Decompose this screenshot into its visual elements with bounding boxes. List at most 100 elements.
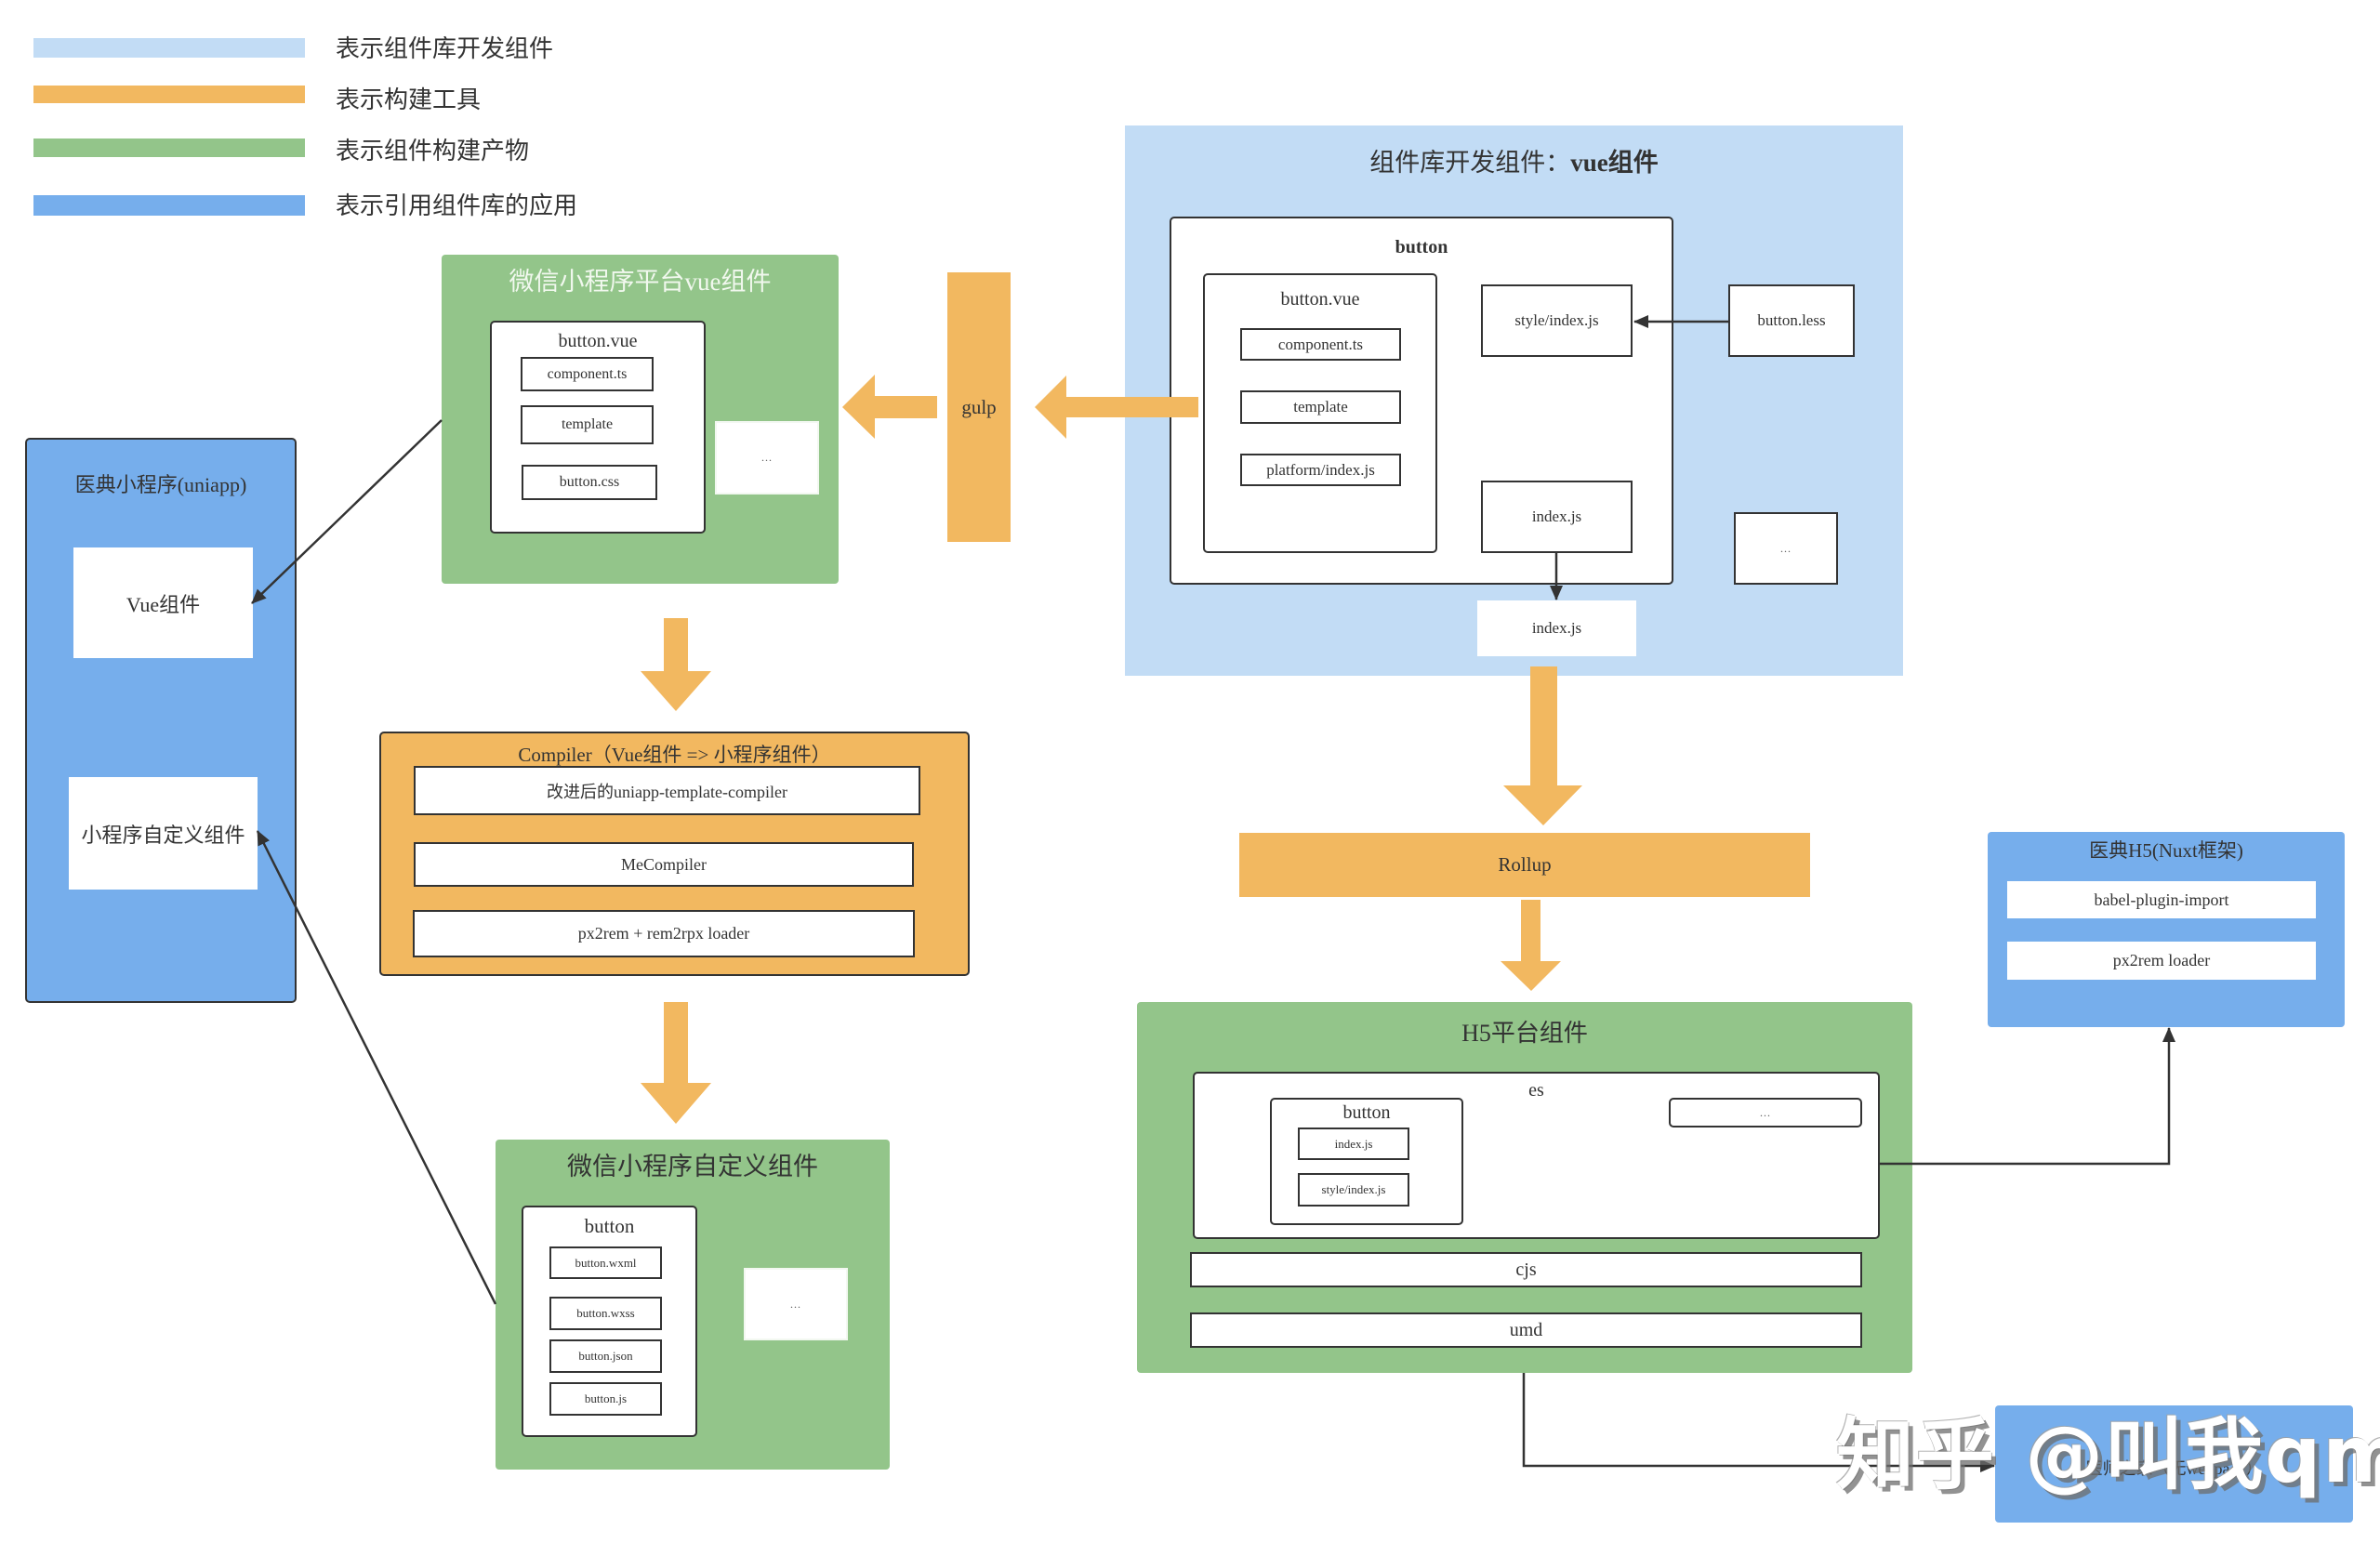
artifact-h5-es-more: ...	[1669, 1098, 1862, 1128]
dev-more: ...	[1734, 512, 1838, 585]
file-box: button.json	[549, 1339, 662, 1373]
ellipsis-label: ...	[1760, 1105, 1771, 1119]
file-box: index.js	[1298, 1128, 1409, 1160]
file-box: template	[521, 405, 654, 444]
compiler-step: px2rem + rem2rpx loader	[413, 910, 915, 957]
file-name: button.wxss	[576, 1306, 635, 1320]
dev-library-title: 组件库开发组件：vue组件	[1125, 147, 1903, 178]
tool-compiler-title: Compiler（Vue组件 => 小程序组件）	[518, 744, 831, 766]
dev-component-name: button	[1395, 237, 1448, 257]
app-h5-title: 医典H5(Nuxt框架)	[2089, 839, 2243, 862]
legend-label-build-tool: 表示构建工具	[336, 86, 482, 113]
connector-es-to-app-h5	[1880, 1027, 2175, 1166]
ellipsis-label: ...	[1780, 541, 1792, 555]
tool-rollup-label: Rollup	[1498, 853, 1552, 876]
file-name: button.css	[559, 474, 620, 490]
compiler-step: 改进后的uniapp-template-compiler	[414, 766, 920, 815]
file-box: template	[1240, 390, 1401, 424]
dev-component-button: button button.vue component.ts template …	[1170, 217, 1673, 585]
file-name: style/index.js	[1321, 1182, 1386, 1196]
dev-library-title-prefix: 组件库开发组件：	[1369, 149, 1571, 177]
architecture-diagram: 表示组件库开发组件 表示构建工具 表示组件构建产物 表示引用组件库的应用 医典小…	[0, 0, 2380, 1543]
artifact-h5-es-component: button index.js style/index.js	[1270, 1098, 1463, 1225]
file-box: button.css	[522, 465, 657, 500]
app-h5-loader: px2rem loader	[2007, 942, 2316, 980]
app-h5-loader-label: px2rem loader	[2112, 951, 2211, 969]
compiler-step-label: 改进后的uniapp-template-compiler	[547, 782, 787, 801]
file-box: style/index.js	[1298, 1173, 1409, 1207]
ellipsis-label: ...	[761, 451, 773, 464]
artifact-wx-custom-title: 微信小程序自定义组件	[567, 1153, 818, 1180]
file-name: platform/index.js	[1266, 460, 1375, 479]
artifact-wx-vue-title: 微信小程序平台vue组件	[509, 268, 772, 296]
compiler-step-label: px2rem + rem2rpx loader	[577, 924, 750, 943]
legend-swatch-dev-library	[33, 38, 305, 58]
artifact-wx-custom-component: button button.wxml button.wxss button.js…	[522, 1206, 697, 1437]
legend-swatch-build-tool	[33, 86, 305, 103]
file-box: component.ts	[1240, 328, 1401, 361]
tool-compiler: Compiler（Vue组件 => 小程序组件） 改进后的uniapp-temp…	[379, 732, 970, 976]
app-h5: 医典H5(Nuxt框架) babel-plugin-import px2rem …	[1988, 832, 2345, 1027]
app-miniprogram-custom-component: 小程序自定义组件	[69, 777, 258, 890]
dev-less-file: button.less	[1728, 284, 1855, 357]
arrow-dev-library-to-rollup	[1503, 666, 1582, 825]
arrow-gulp-to-wx-vue	[842, 375, 937, 439]
artifact-h5-format-umd: umd	[1190, 1312, 1862, 1348]
artifact-wx-custom-more: ...	[744, 1268, 848, 1340]
arrow-wx-vue-to-compiler	[641, 618, 711, 711]
format-label: umd	[1509, 1319, 1543, 1340]
artifact-h5-es-component-name: button	[1342, 1102, 1391, 1123]
file-name: button.json	[578, 1349, 633, 1363]
app-h5-plugin: babel-plugin-import	[2007, 881, 2316, 918]
app-h5-plugin-label: babel-plugin-import	[2094, 890, 2229, 909]
arrow-rollup-to-h5	[1501, 900, 1561, 991]
format-label: cjs	[1515, 1259, 1537, 1280]
file-name: index.js	[1531, 508, 1582, 525]
artifact-wx-vue-more: ...	[715, 421, 819, 495]
arrow-compiler-to-wx-custom	[641, 1002, 711, 1124]
file-name: style/index.js	[1514, 311, 1599, 329]
artifact-wx-custom-component-name: button	[584, 1215, 635, 1237]
file-name: button.js	[584, 1391, 628, 1405]
app-miniprogram-custom-component-label: 小程序自定义组件	[81, 823, 245, 847]
artifact-wx-custom: 微信小程序自定义组件 button button.wxml button.wxs…	[496, 1140, 890, 1470]
watermark: 知乎 @叫我qm	[1836, 1409, 2380, 1500]
dev-library: 组件库开发组件：vue组件 button button.vue componen…	[1125, 125, 1903, 676]
dev-entry: index.js	[1481, 481, 1633, 553]
file-name: button.less	[1757, 311, 1826, 329]
artifact-wx-vue: 微信小程序平台vue组件 button.vue component.ts tem…	[442, 255, 839, 584]
legend-swatch-build-artifact	[33, 138, 305, 157]
artifact-wx-vue-component-name: button.vue	[558, 331, 638, 351]
file-box: button.wxml	[549, 1246, 662, 1279]
legend-label-consumer-app: 表示引用组件库的应用	[336, 192, 578, 219]
ellipsis-label: ...	[790, 1297, 801, 1311]
file-name: template	[561, 416, 614, 432]
tool-gulp: gulp	[947, 272, 1011, 542]
file-box: button.js	[549, 1382, 662, 1416]
compiler-step-label: MeCompiler	[621, 854, 707, 874]
file-name: button.wxml	[575, 1255, 637, 1270]
file-box: component.ts	[521, 357, 654, 391]
file-box: platform/index.js	[1240, 454, 1401, 486]
app-miniprogram-vue-component: Vue组件	[73, 547, 253, 658]
file-name: component.ts	[1277, 335, 1364, 353]
legend-label-dev-library: 表示组件库开发组件	[336, 35, 554, 62]
artifact-wx-vue-component: button.vue component.ts template button.…	[490, 321, 706, 534]
file-name: index.js	[1531, 619, 1582, 637]
file-box: button.wxss	[549, 1297, 662, 1330]
tool-rollup: Rollup	[1239, 833, 1810, 897]
artifact-h5: H5平台组件 es button index.js style/index.js…	[1137, 1002, 1912, 1373]
dev-vue-file: button.vue component.ts template platfor…	[1203, 273, 1437, 553]
app-miniprogram-title: 医典小程序(uniapp)	[74, 473, 247, 496]
compiler-step: MeCompiler	[414, 842, 914, 887]
dev-output-entry: index.js	[1477, 600, 1636, 656]
artifact-h5-title: H5平台组件	[1461, 1020, 1588, 1047]
tool-gulp-label: gulp	[961, 395, 997, 418]
legend-swatch-consumer-app	[33, 195, 305, 216]
app-miniprogram: 医典小程序(uniapp) Vue组件 小程序自定义组件	[25, 438, 297, 1003]
dev-library-title-bold: vue组件	[1570, 149, 1659, 177]
app-miniprogram-vue-component-label: Vue组件	[126, 592, 201, 616]
file-name: template	[1293, 398, 1348, 415]
dev-style-entry: style/index.js	[1481, 284, 1633, 357]
file-name: index.js	[1334, 1136, 1373, 1151]
